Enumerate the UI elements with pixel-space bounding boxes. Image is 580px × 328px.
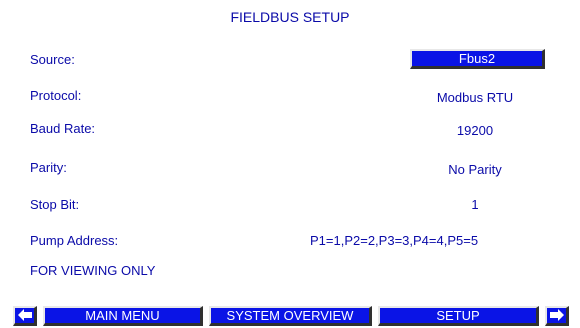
- source-label: Source:: [30, 52, 75, 67]
- pump-address-label: Pump Address:: [30, 233, 119, 248]
- arrow-left-icon: [15, 309, 34, 321]
- setup-button[interactable]: SETUP: [378, 306, 539, 326]
- parity-value: No Parity: [448, 162, 502, 177]
- protocol-label: Protocol:: [30, 88, 82, 103]
- stop-bit-value: 1: [471, 197, 479, 212]
- viewing-only-notice: FOR VIEWING ONLY: [30, 263, 156, 278]
- baud-rate-value: 19200: [456, 123, 494, 138]
- arrow-right-icon: [547, 309, 566, 321]
- protocol-value: Modbus RTU: [436, 90, 514, 105]
- source-select-button[interactable]: Fbus2: [410, 49, 545, 69]
- previous-page-button[interactable]: [13, 306, 37, 326]
- main-menu-button[interactable]: MAIN MENU: [43, 306, 203, 326]
- parity-label: Parity:: [30, 160, 67, 175]
- system-overview-button[interactable]: SYSTEM OVERVIEW: [209, 306, 372, 326]
- stop-bit-label: Stop Bit:: [30, 197, 80, 212]
- pump-address-value: P1=1,P2=2,P3=3,P4=4,P5=5: [310, 233, 479, 248]
- fieldbus-setup-screen: FIELDBUS SETUP Source: Fbus2 Protocol: M…: [0, 0, 580, 328]
- baud-rate-label: Baud Rate:: [30, 121, 96, 136]
- next-page-button[interactable]: [545, 306, 569, 326]
- page-title: FIELDBUS SETUP: [230, 9, 350, 25]
